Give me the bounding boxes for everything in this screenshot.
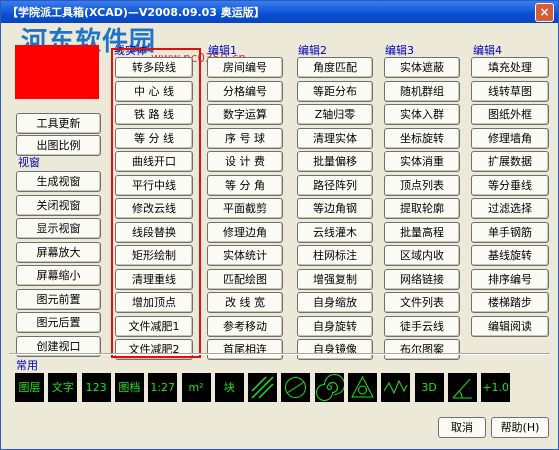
edit2-button-12[interactable]: 自身旋转 bbox=[297, 315, 373, 337]
circle-pattern-icon[interactable] bbox=[281, 373, 311, 402]
edit2-button-9[interactable]: 柱网标注 bbox=[297, 245, 373, 266]
edit4-button-9[interactable]: 基线旋转 bbox=[471, 245, 549, 266]
hatch-icon[interactable] bbox=[248, 373, 278, 402]
edit3-button-10[interactable]: 网络链接 bbox=[384, 268, 460, 290]
edit1-button-7[interactable]: 平面截剪 bbox=[207, 198, 283, 219]
edit2-button-1[interactable]: 角度匹配 bbox=[297, 57, 373, 78]
edit1-button-2[interactable]: 分格编号 bbox=[207, 80, 283, 102]
edit4-button-11[interactable]: 楼梯踏步 bbox=[471, 292, 549, 313]
edit4-button-1[interactable]: 填充处理 bbox=[471, 57, 549, 78]
edit4-button-12[interactable]: 编辑阅读 bbox=[471, 315, 549, 337]
insert-icon[interactable]: 文字 bbox=[48, 373, 78, 402]
edit1-button-4[interactable]: 序 号 球 bbox=[207, 127, 283, 149]
view-group-label: 视窗 bbox=[18, 156, 40, 169]
edit1-button-10[interactable]: 匹配绘图 bbox=[207, 268, 283, 290]
window-title: 【学院派工具箱(XCAD)—V2008.09.03 奥运版】 bbox=[7, 6, 265, 19]
edit4-button-3[interactable]: 图纸外框 bbox=[471, 104, 549, 125]
edit1-button-1[interactable]: 房间编号 bbox=[207, 57, 283, 78]
edit4-group-label: 编辑4 bbox=[473, 44, 502, 57]
edit2-button-2[interactable]: 等距分布 bbox=[297, 80, 373, 102]
edit1-group-label: 编辑1 bbox=[208, 44, 237, 57]
edit3-button-5[interactable]: 实体消重 bbox=[384, 151, 460, 172]
edit1-button-9[interactable]: 实体统计 bbox=[207, 245, 283, 266]
edit3-button-8[interactable]: 批量高程 bbox=[384, 221, 460, 243]
toolbox-window: 【学院派工具箱(XCAD)—V2008.09.03 奥运版】 × 河东软件园 w… bbox=[0, 0, 559, 450]
color-swatch[interactable] bbox=[15, 45, 99, 99]
block-icon[interactable]: 块 bbox=[214, 373, 244, 402]
help-button[interactable]: 帮助(H) bbox=[491, 417, 549, 438]
edit3-button-7[interactable]: 提取轮廓 bbox=[384, 198, 460, 219]
count-icon[interactable]: +1.0 bbox=[481, 373, 511, 402]
spiral-icon[interactable] bbox=[314, 373, 344, 402]
edit3-group-label: 编辑3 bbox=[385, 44, 414, 57]
view-button-3[interactable]: 显示视窗 bbox=[16, 218, 101, 239]
separator bbox=[9, 353, 550, 355]
title-bar[interactable]: 【学院派工具箱(XCAD)—V2008.09.03 奥运版】 × bbox=[1, 1, 558, 23]
edit1-button-3[interactable]: 数字运算 bbox=[207, 104, 283, 125]
edit1-button-13[interactable]: 首尾相连 bbox=[207, 339, 283, 360]
highlight-frame bbox=[111, 48, 201, 358]
edit3-button-6[interactable]: 顶点列表 bbox=[384, 174, 460, 196]
edit2-button-13[interactable]: 自身镜像 bbox=[297, 339, 373, 360]
edit3-button-4[interactable]: 坐标旋转 bbox=[384, 127, 460, 149]
edit2-button-4[interactable]: 清理实体 bbox=[297, 127, 373, 149]
edit2-group-label: 编辑2 bbox=[298, 44, 327, 57]
edit2-button-5[interactable]: 批量偏移 bbox=[297, 151, 373, 172]
edit1-button-12[interactable]: 参考移动 bbox=[207, 315, 283, 337]
edit3-button-2[interactable]: 随机群组 bbox=[384, 80, 460, 102]
edit4-button-2[interactable]: 线转草图 bbox=[471, 80, 549, 102]
edit3-button-13[interactable]: 布尔图案 bbox=[384, 339, 460, 360]
area-m2-icon[interactable]: m² bbox=[181, 373, 211, 402]
dimension-icon[interactable]: 123 bbox=[81, 373, 111, 402]
triangle-icon[interactable] bbox=[348, 373, 377, 402]
edit1-button-5[interactable]: 设 计 费 bbox=[207, 151, 283, 172]
edit2-button-6[interactable]: 路径阵列 bbox=[297, 174, 373, 196]
view-button-6[interactable]: 图元前置 bbox=[16, 288, 101, 310]
edit2-button-3[interactable]: Z轴归零 bbox=[297, 104, 373, 125]
edit4-button-7[interactable]: 过滤选择 bbox=[471, 198, 549, 219]
edit2-button-8[interactable]: 云线灌木 bbox=[297, 221, 373, 243]
close-icon[interactable]: × bbox=[535, 3, 554, 22]
view-button-2[interactable]: 关闭视窗 bbox=[16, 194, 101, 216]
edit3-button-1[interactable]: 实体遮蔽 bbox=[384, 57, 460, 78]
layer-icon[interactable]: 图层 bbox=[15, 373, 44, 402]
unit-convert-icon[interactable]: 1:27 bbox=[148, 373, 178, 402]
edit2-button-10[interactable]: 增强复制 bbox=[297, 268, 373, 290]
view-button-1[interactable]: 生成视窗 bbox=[16, 171, 101, 192]
edit1-button-11[interactable]: 改 线 宽 bbox=[207, 292, 283, 313]
drawing-archive-icon[interactable]: 图档 bbox=[114, 373, 144, 402]
edit1-button-8[interactable]: 修理边角 bbox=[207, 221, 283, 243]
left-button-2[interactable]: 出图比例 bbox=[16, 135, 101, 156]
view-button-4[interactable]: 屏幕放大 bbox=[16, 241, 101, 263]
edit3-button-12[interactable]: 徒手云线 bbox=[384, 315, 460, 337]
edit1-button-6[interactable]: 等 分 角 bbox=[207, 174, 283, 196]
view-button-7[interactable]: 图元后置 bbox=[16, 312, 101, 333]
edit4-button-6[interactable]: 等分垂线 bbox=[471, 174, 549, 196]
edit4-button-4[interactable]: 修理墙角 bbox=[471, 127, 549, 149]
three-d-icon[interactable]: 3D bbox=[414, 373, 444, 402]
angle-icon[interactable] bbox=[447, 373, 477, 402]
edit4-button-10[interactable]: 排序编号 bbox=[471, 268, 549, 290]
common-label: 常用 bbox=[16, 359, 38, 372]
cancel-button[interactable]: 取消 bbox=[438, 417, 486, 438]
view-button-5[interactable]: 屏幕缩小 bbox=[16, 265, 101, 286]
wave-icon[interactable] bbox=[381, 373, 411, 402]
edit4-button-8[interactable]: 单手钢筋 bbox=[471, 221, 549, 243]
edit3-button-11[interactable]: 文件列表 bbox=[384, 292, 460, 313]
edit4-button-5[interactable]: 扩展数据 bbox=[471, 151, 549, 172]
edit2-button-11[interactable]: 自身缩放 bbox=[297, 292, 373, 313]
edit2-button-7[interactable]: 等边角钢 bbox=[297, 198, 373, 219]
left-button-1[interactable]: 工具更新 bbox=[16, 113, 101, 134]
edit3-button-3[interactable]: 实体入群 bbox=[384, 104, 460, 125]
edit3-button-9[interactable]: 区域内收 bbox=[384, 245, 460, 266]
